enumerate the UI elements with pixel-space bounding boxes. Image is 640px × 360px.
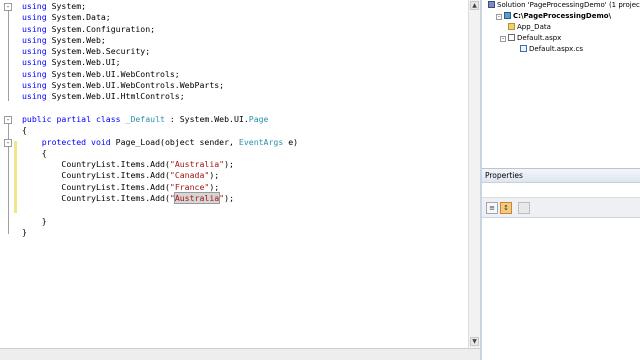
code-token: System.Data; (51, 12, 111, 23)
code-line[interactable]: CountryList.Items.Add("France"); (22, 182, 298, 193)
code-line[interactable]: using System.Data; (22, 12, 298, 23)
code-token: e) (283, 136, 299, 147)
code-line[interactable]: protected void Page_Load(object sender, … (22, 137, 298, 148)
aspx-page-icon (508, 34, 515, 41)
code-line[interactable]: using System.Web.UI.WebControls; (22, 69, 298, 80)
categorized-icon[interactable]: ≡ (486, 202, 498, 214)
code-token: "France" (169, 181, 210, 192)
code-token: using (22, 57, 52, 68)
code-token: ); (209, 181, 220, 192)
code-text[interactable]: using System; using System.Data; using Sys… (22, 1, 298, 238)
code-line[interactable]: public partial class _Default : System.W… (22, 114, 298, 125)
properties-title: Properties (485, 171, 523, 180)
scroll-down-icon[interactable]: ▼ (470, 337, 479, 346)
code-token: using (22, 80, 52, 91)
code-token: using (22, 34, 52, 45)
code-line[interactable]: using System; (22, 1, 298, 12)
code-line[interactable]: CountryList.Items.Add("Australia"); (22, 159, 298, 170)
code-token: System.Web.UI.HtmlControls; (51, 91, 185, 102)
properties-title-bar: Properties (482, 168, 640, 183)
unsaved-changes-bar (14, 141, 17, 213)
editor-gutter: - - - (0, 0, 17, 348)
collapse-project-icon[interactable]: - (496, 14, 502, 20)
code-token: { (22, 147, 47, 158)
code-line[interactable]: } (22, 227, 298, 238)
code-token: _Default (125, 113, 165, 124)
code-token: System.Web.Security; (51, 46, 151, 57)
code-line[interactable]: { (22, 148, 298, 159)
collapse-page-icon[interactable]: - (500, 36, 506, 42)
code-token: System.Web; (51, 34, 106, 45)
code-token: System.Web.UI.WebControls.WebParts; (51, 80, 225, 91)
code-token: using (22, 12, 52, 23)
properties-grid[interactable] (482, 218, 640, 360)
fold-guide (8, 147, 9, 223)
code-line[interactable]: using System.Web.UI.WebControls.WebParts… (22, 80, 298, 91)
solution-node[interactable]: Solution 'PageProcessingDemo' (1 project… (488, 1, 640, 10)
code-token: System.Web.UI; (51, 57, 121, 68)
code-token: ); (224, 159, 234, 170)
code-line[interactable]: using System.Web.UI; (22, 57, 298, 68)
properties-toolbar: ≡ ↕ (482, 198, 640, 218)
collapse-method-icon[interactable]: - (4, 139, 12, 147)
code-line[interactable]: CountryList.Items.Add("Australia"); (22, 192, 298, 205)
code-token: protected void (22, 136, 116, 147)
code-token: Page (248, 113, 269, 124)
code-token: : System.Web.UI. (164, 113, 249, 124)
code-token: public partial class (22, 113, 126, 124)
collapse-usings-icon[interactable]: - (4, 3, 12, 11)
fold-guide (8, 11, 9, 101)
code-token: "Canada" (169, 170, 210, 181)
solution-explorer[interactable]: Solution 'PageProcessingDemo' (1 project… (482, 0, 640, 168)
code-token: Australia (173, 192, 221, 205)
code-token: } (22, 226, 27, 237)
code-token: using (22, 68, 52, 79)
code-token: Page_Load(object sender, (115, 136, 239, 147)
code-line[interactable] (22, 103, 298, 114)
code-token: } (22, 215, 47, 226)
code-line[interactable]: using System.Web.UI.HtmlControls; (22, 91, 298, 102)
code-line[interactable] (22, 204, 298, 215)
code-token: using (22, 91, 52, 102)
code-token: CountryList.Items.Add( (22, 170, 170, 181)
code-line[interactable]: using System.Web; (22, 35, 298, 46)
properties-object-selector[interactable] (482, 183, 640, 198)
code-token: { (22, 125, 27, 136)
code-token: System.Web.UI.WebControls; (51, 68, 180, 79)
editor-vertical-scrollbar[interactable]: ▲ ▼ (468, 0, 480, 348)
code-token: CountryList.Items.Add( (22, 181, 170, 192)
code-line[interactable]: using System.Configuration; (22, 24, 298, 35)
editor-horizontal-scrollbar[interactable] (0, 348, 480, 360)
code-token: using (22, 46, 52, 57)
code-token: using (22, 23, 52, 34)
code-token: "Australia" (169, 159, 225, 170)
code-line[interactable]: using System.Web.Security; (22, 46, 298, 57)
tree-item-default-aspx[interactable]: - Default.aspx (500, 34, 561, 43)
code-token: System; (51, 1, 87, 11)
csharp-file-icon (520, 45, 527, 52)
code-line[interactable]: } (22, 216, 298, 227)
property-pages-icon[interactable] (518, 202, 530, 214)
solution-icon (488, 1, 495, 8)
code-token: using (22, 1, 52, 11)
code-token: ); (224, 193, 234, 204)
tree-item-app-data[interactable]: App_Data (508, 23, 551, 32)
code-token: ); (209, 170, 220, 181)
code-editor[interactable]: - - - using System; using System.Data; usi… (0, 0, 480, 360)
code-token: System.Configuration; (51, 23, 156, 34)
scroll-up-icon[interactable]: ▲ (470, 1, 479, 10)
folder-icon (508, 23, 515, 30)
code-token: EventArgs (238, 136, 284, 147)
collapse-class-icon[interactable]: - (4, 116, 12, 124)
code-line[interactable]: CountryList.Items.Add("Canada"); (22, 170, 298, 181)
web-project-icon (504, 12, 511, 19)
code-line[interactable]: { (22, 125, 298, 136)
code-token: CountryList.Items.Add( (22, 193, 170, 204)
alphabetical-sort-icon[interactable]: ↕ (500, 202, 512, 214)
tree-item-default-aspx-cs[interactable]: Default.aspx.cs (520, 45, 583, 54)
code-token: CountryList.Items.Add( (22, 159, 170, 170)
project-node[interactable]: - C:\PageProcessingDemo\ (496, 12, 611, 21)
